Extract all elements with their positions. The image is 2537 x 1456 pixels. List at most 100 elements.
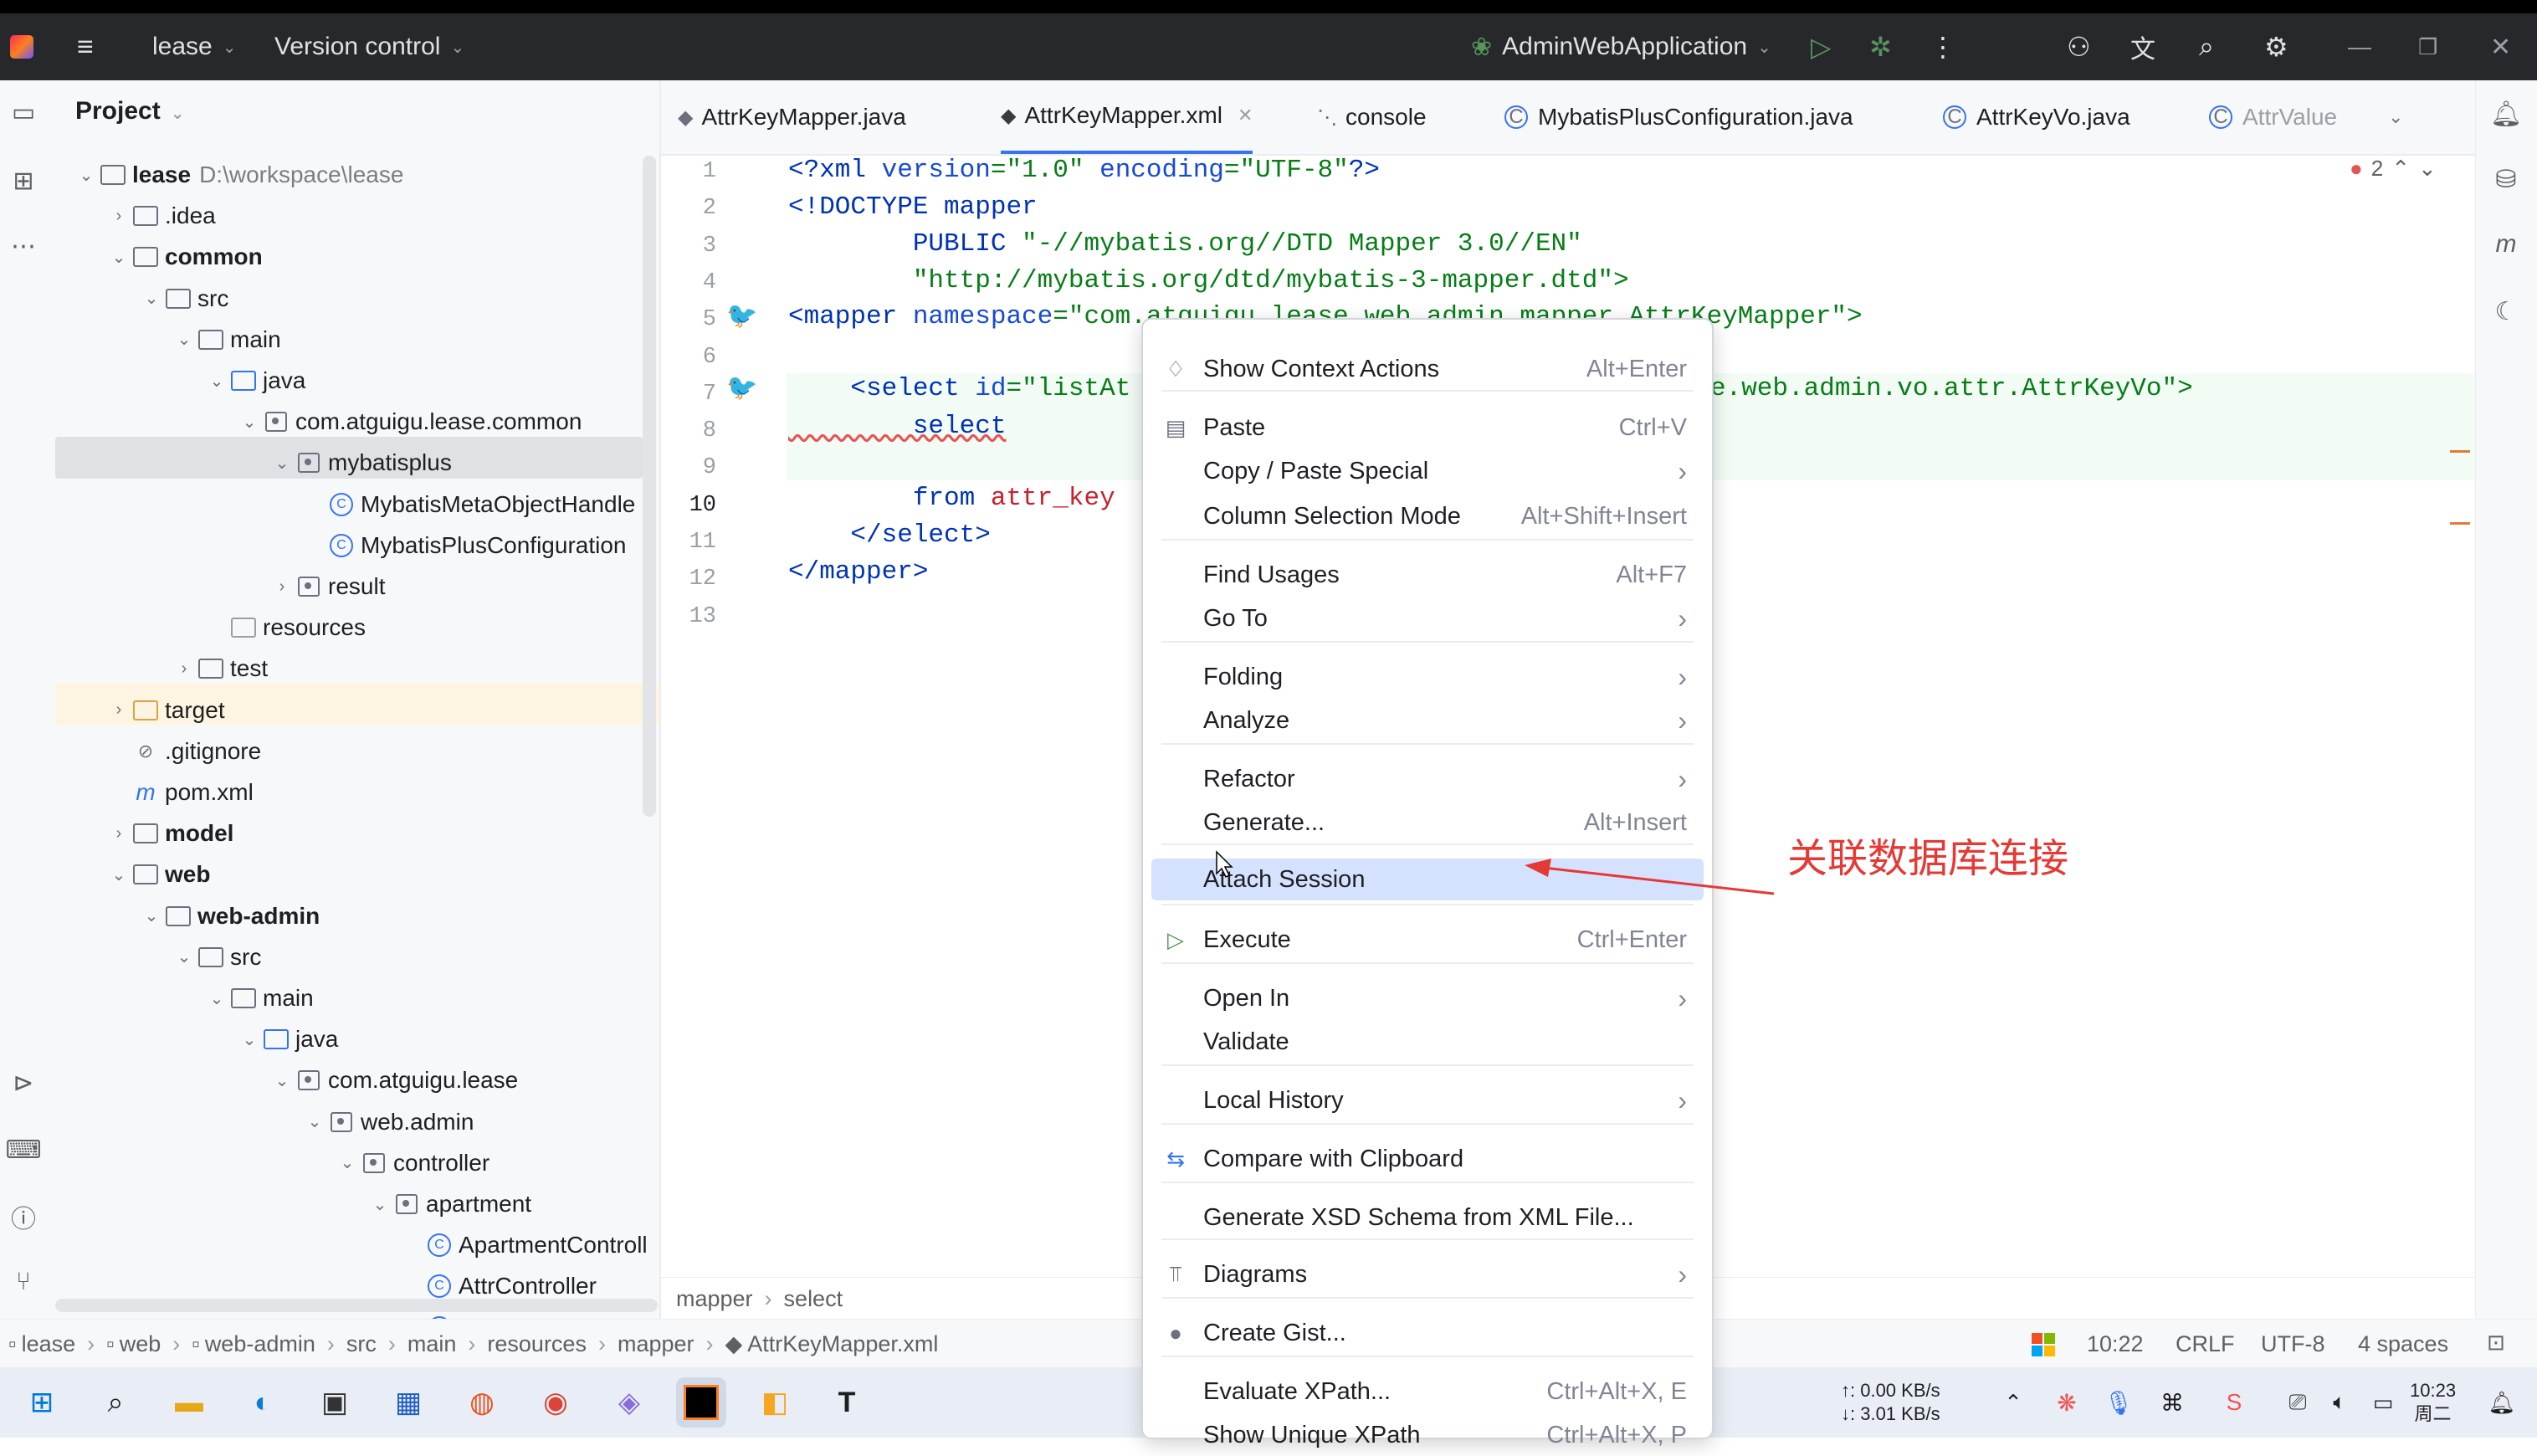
chevron-down-icon[interactable]: ⌄ [77, 165, 95, 186]
chevron-down-icon[interactable]: ⌄ [273, 453, 291, 474]
line-number[interactable]: 7 [686, 382, 716, 407]
tree-row-apartment[interactable]: ⌄ apartment [371, 1184, 531, 1224]
battery-icon[interactable]: ▭ [2358, 1377, 2408, 1428]
run-icon[interactable]: ▷ [1811, 13, 1832, 80]
status-path-item[interactable]: AttrKeyMapper.xml [747, 1331, 938, 1357]
tree-row--idea[interactable]: › .idea [110, 196, 216, 236]
tree-row-src[interactable]: ⌄ src [142, 279, 229, 319]
tree-row--gitignore[interactable]: ⊘ .gitignore [110, 731, 261, 772]
status-path-item[interactable]: src [346, 1331, 377, 1357]
menu-item-open-in[interactable]: Open In › [1151, 977, 1704, 1019]
menu-item-show-context-actions[interactable]: ♢ Show Context Actions Alt+Enter [1151, 348, 1704, 390]
terminal-app-icon[interactable]: ▣ [310, 1377, 360, 1428]
close-window-icon[interactable]: ✕ [2490, 13, 2511, 80]
menu-item-find-usages[interactable]: Find Usages Alt+F7 [1151, 554, 1704, 596]
tab-attrvalue[interactable]: C AttrValue [2209, 80, 2337, 154]
ime-icon[interactable]: ⌘ [2147, 1377, 2197, 1428]
line-number[interactable]: 1 [686, 159, 716, 184]
line-number[interactable]: 10 [686, 493, 716, 518]
chevron-right-icon[interactable]: › [110, 700, 128, 720]
intellij-taskbar-icon[interactable] [676, 1377, 726, 1428]
chevron-down-icon[interactable]: ⌄ [142, 288, 161, 309]
app-diamond-icon[interactable]: ◈ [604, 1377, 654, 1428]
add-user-icon[interactable]: ⚇ [2067, 13, 2091, 80]
debug-icon[interactable]: ✲ [1869, 13, 1892, 80]
vcs-menu[interactable]: Version control ⌄ [274, 13, 464, 80]
restore-icon[interactable]: ❐ [2418, 13, 2437, 80]
chevron-down-icon[interactable]: ⌄ [240, 412, 259, 433]
problems-icon[interactable]: ⓘ [7, 1200, 40, 1233]
git-icon[interactable]: ⑂ [7, 1265, 40, 1299]
menu-item-column-selection-mode[interactable]: Column Selection Mode Alt+Shift+Insert [1151, 495, 1704, 537]
sublime-icon[interactable]: ◧ [750, 1377, 800, 1428]
more-tools-icon[interactable]: ⋯ [7, 229, 40, 263]
menu-item-evaluate-xpath[interactable]: Evaluate XPath... Ctrl+Alt+X, E [1151, 1371, 1704, 1412]
tab-attrkeymapper-java[interactable]: ◆ AttrKeyMapper.java [678, 80, 906, 154]
tree-row-attrcontroller[interactable]: C AttrController [403, 1266, 597, 1306]
menu-item-generate-xsd-schema-from-xml-file[interactable]: Generate XSD Schema from XML File... [1151, 1197, 1704, 1238]
start-windows-icon[interactable]: ⊞ [17, 1377, 67, 1428]
chevron-down-icon[interactable]: ⌄ [208, 988, 226, 1009]
chevron-down-icon[interactable]: ⌄ [175, 329, 193, 350]
status-path-item[interactable]: web-admin [205, 1331, 315, 1357]
more-actions-icon[interactable]: ⋮ [1930, 13, 1956, 80]
tab-attrkeymapper-xml[interactable]: ◆ AttrKeyMapper.xml ✕ [1001, 80, 1253, 154]
menu-item-compare-with-clipboard[interactable]: ⇆ Compare with Clipboard [1151, 1138, 1704, 1180]
close-tab-icon[interactable]: ✕ [1238, 105, 1253, 126]
chevron-down-icon[interactable]: ⌄ [110, 864, 128, 885]
typora-icon[interactable]: T [822, 1377, 872, 1428]
tree-row-resources[interactable]: resources [208, 608, 366, 648]
notification-bell-icon[interactable]: 🔔︎ [2477, 1377, 2527, 1428]
chevron-right-icon[interactable]: › [110, 207, 128, 226]
chevron-down-icon[interactable]: ⌄ [110, 247, 128, 268]
ai-assistant-icon[interactable]: ☾ [2489, 295, 2523, 328]
tree-row-controller[interactable]: ⌄ controller [338, 1143, 490, 1183]
terminal-icon[interactable]: ⌨ [5, 1133, 41, 1166]
tree-row-apartmentcontroll[interactable]: C ApartmentControll [403, 1225, 648, 1265]
microphone-icon[interactable]: 🎙︎ [2094, 1377, 2144, 1428]
menu-item-show-unique-xpath[interactable]: Show Unique XPath Ctrl+Alt+X, P [1151, 1414, 1704, 1456]
status-path-item[interactable]: web [120, 1331, 161, 1357]
tabs-dropdown-icon[interactable]: ⌄ [2388, 80, 2403, 154]
line-number[interactable]: 3 [686, 233, 716, 259]
chevron-down-icon[interactable]: ⌄ [208, 371, 226, 392]
menu-item-go-to[interactable]: Go To › [1151, 597, 1704, 639]
clock[interactable]: 10:23 周二 [2410, 1379, 2456, 1426]
tree-row-target[interactable]: › target [110, 690, 225, 731]
search-icon[interactable]: ⌕ [2199, 13, 2214, 80]
tree-row-pom-xml[interactable]: m pom.xml [110, 772, 253, 813]
line-number[interactable]: 4 [686, 270, 716, 295]
tree-row-mybatismetaobjecthandle[interactable]: C MybatisMetaObjectHandle [305, 484, 635, 525]
tree-row-main[interactable]: ⌄ main [208, 978, 314, 1018]
menu-item-diagrams[interactable]: ⫪ Diagrams › [1151, 1253, 1704, 1295]
store-icon[interactable]: ▦ [383, 1377, 433, 1428]
menu-item-validate[interactable]: Validate [1151, 1021, 1704, 1063]
project-scrollbar[interactable] [643, 156, 656, 817]
menu-item-local-history[interactable]: Local History › [1151, 1079, 1704, 1121]
chrome-icon[interactable]: ◉ [530, 1377, 581, 1428]
search-icon[interactable]: ⌕ [90, 1377, 141, 1428]
status-path-item[interactable]: mapper [618, 1331, 694, 1357]
menu-item-paste[interactable]: ▤ Paste Ctrl+V [1151, 407, 1704, 449]
tree-row-mybatisplusconfiguration[interactable]: C MybatisPlusConfiguration [305, 525, 627, 566]
tree-row-web-admin[interactable]: ⌄ web-admin [142, 896, 320, 936]
mapper-bird-gutter-icon[interactable]: 🐦 [726, 373, 757, 402]
structure-icon[interactable]: ⊞ [7, 164, 40, 197]
chevron-right-icon[interactable]: › [273, 577, 291, 597]
tree-row-web-admin[interactable]: ⌄ web.admin [305, 1102, 474, 1142]
inspection-widget[interactable]: ● 2 ⌃ ⌄ [2350, 156, 2437, 182]
status-path-item[interactable]: lease [22, 1331, 76, 1357]
tree-row-lease[interactable]: ⌄ lease D:\workspace\lease [77, 155, 404, 195]
line-number[interactable]: 13 [686, 604, 716, 629]
chevron-down-icon[interactable]: ⌄ [371, 1194, 389, 1215]
mapper-bird-gutter-icon[interactable]: 🐦 [726, 301, 757, 331]
file-explorer-icon[interactable]: ▬ [164, 1377, 214, 1428]
chevron-down-icon[interactable]: ⌄ [142, 905, 161, 926]
tab-attrkeyvo[interactable]: C AttrKeyVo.java [1943, 80, 2130, 154]
chevron-right-icon[interactable]: › [175, 659, 193, 679]
project-tool-folder-icon[interactable]: ▭ [7, 95, 40, 129]
tree-row-com-atguigu-lease[interactable]: ⌄ com.atguigu.lease [273, 1060, 519, 1100]
tab-mybatisplusconfiguration[interactable]: C MybatisPlusConfiguration.java [1504, 80, 1853, 154]
chevron-down-icon[interactable]: ⌄ [305, 1111, 324, 1132]
menu-item-folding[interactable]: Folding › [1151, 656, 1704, 698]
